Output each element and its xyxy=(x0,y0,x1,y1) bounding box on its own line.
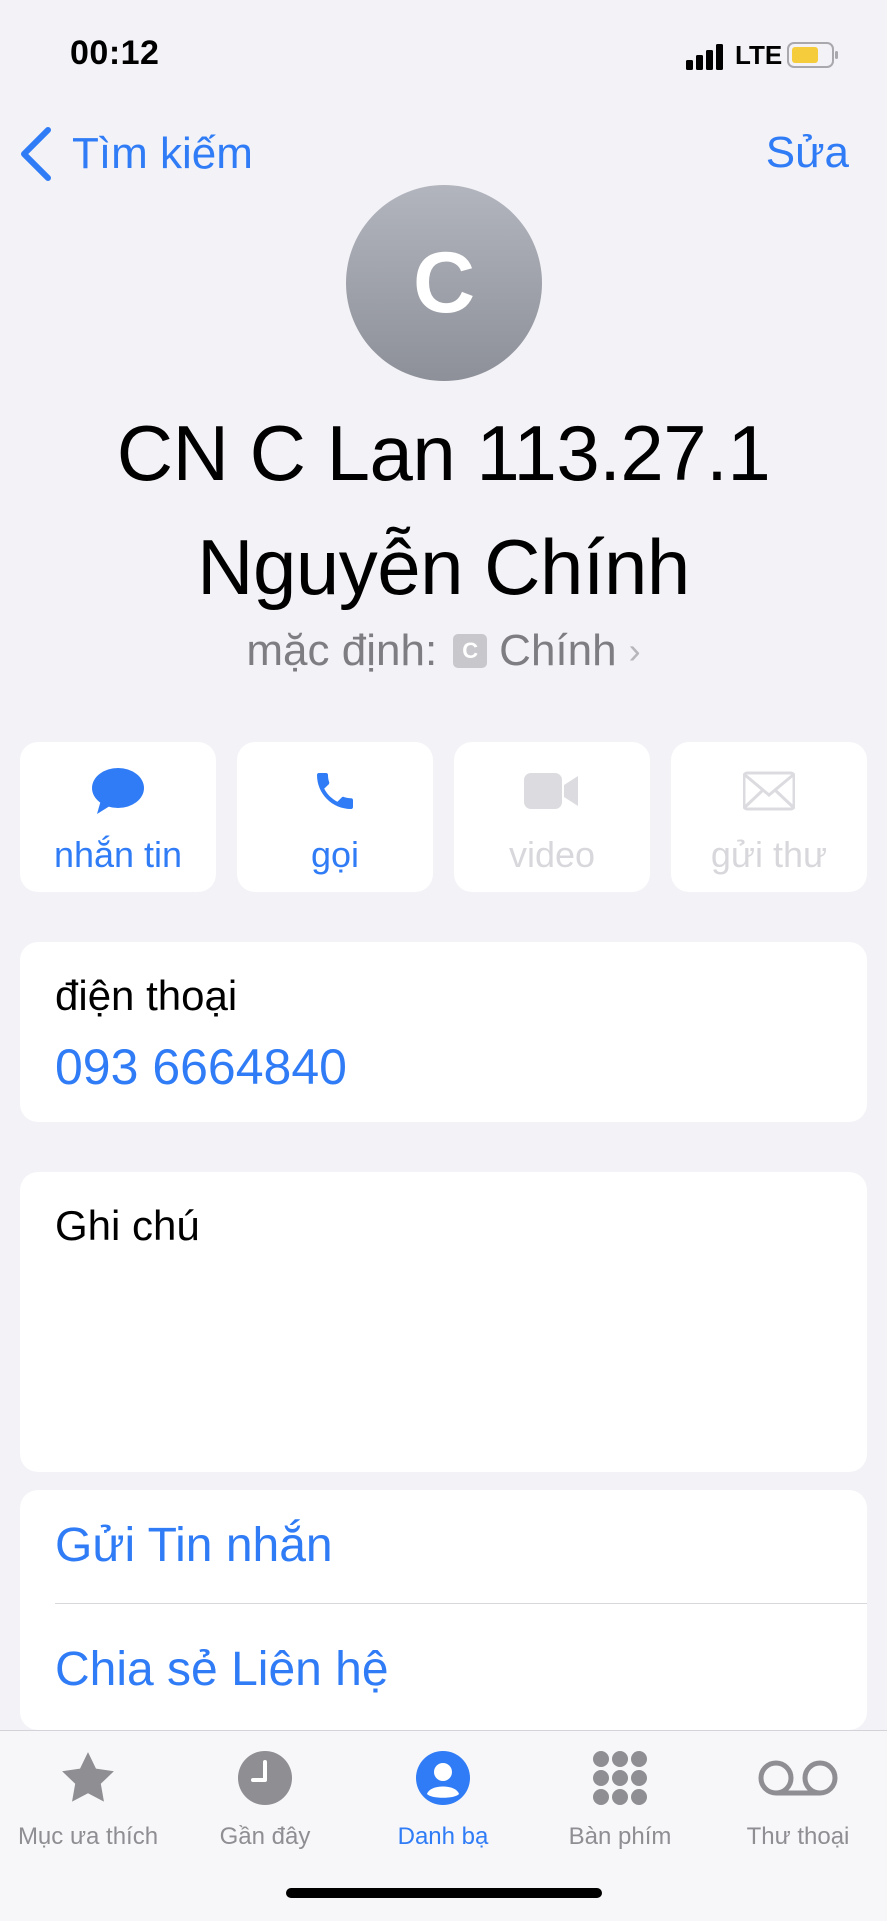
send-message-link[interactable]: Gửi Tin nhắn xyxy=(55,1518,333,1573)
share-contact-link[interactable]: Chia sẻ Liên hệ xyxy=(55,1642,389,1697)
tab-favorites[interactable]: Mục ưa thích xyxy=(0,1749,176,1851)
tab-voicemail[interactable]: Thư thoại xyxy=(710,1749,886,1851)
video-camera-icon xyxy=(524,766,580,816)
home-indicator[interactable] xyxy=(286,1888,602,1898)
battery-icon xyxy=(787,42,839,68)
edit-button[interactable]: Sửa xyxy=(766,128,849,178)
tab-contacts[interactable]: Danh bạ xyxy=(355,1749,531,1851)
chevron-left-icon xyxy=(21,127,51,181)
tab-favorites-label: Mục ưa thích xyxy=(17,1823,159,1850)
message-bubble-icon xyxy=(91,766,145,816)
phone-label: điện thoại xyxy=(55,972,238,1019)
default-label: mặc định: xyxy=(246,626,438,675)
tab-recents-label: Gần đây xyxy=(219,1823,311,1850)
message-action-label: nhắn tin xyxy=(53,834,183,875)
person-circle-icon xyxy=(415,1749,471,1807)
envelope-icon xyxy=(743,766,795,816)
avatar-initial: C xyxy=(412,234,476,331)
tab-keypad[interactable]: Bàn phím xyxy=(532,1749,708,1851)
status-time: 00:12 xyxy=(70,34,160,72)
back-button-label: Tìm kiếm xyxy=(72,129,253,178)
clock-icon xyxy=(237,1749,293,1807)
contact-name-line2: Nguyễn Chính xyxy=(197,523,690,611)
tab-recents[interactable]: Gần đây xyxy=(177,1749,353,1851)
video-action-label: video xyxy=(508,834,596,875)
phone-number[interactable]: 093 6664840 xyxy=(55,1038,347,1096)
default-account-row[interactable]: mặc định: C Chính › xyxy=(0,626,887,676)
tab-voicemail-label: Thư thoại xyxy=(746,1823,850,1850)
default-account-value: Chính xyxy=(499,626,617,675)
contact-name-line1: CN C Lan 113.27.1 xyxy=(116,409,771,497)
avatar: C xyxy=(346,185,542,381)
message-action-button[interactable]: nhắn tin xyxy=(20,742,216,892)
mail-action-label: gửi thư xyxy=(710,834,828,875)
network-type: LTE xyxy=(735,40,783,70)
notes-card[interactable]: Ghi chú xyxy=(20,1172,867,1472)
default-account-badge: C xyxy=(453,634,488,668)
keypad-icon xyxy=(592,1749,648,1807)
video-action-button[interactable]: video xyxy=(454,742,650,892)
notes-label: Ghi chú xyxy=(55,1202,200,1249)
divider xyxy=(55,1603,867,1604)
mail-action-button[interactable]: gửi thư xyxy=(671,742,867,892)
back-button[interactable]: Tìm kiếm xyxy=(18,124,253,184)
phone-number-card[interactable]: điện thoại 093 6664840 xyxy=(20,942,867,1122)
call-action-button[interactable]: gọi xyxy=(237,742,433,892)
tab-keypad-label: Bàn phím xyxy=(568,1823,672,1850)
contact-links-card: Gửi Tin nhắn Chia sẻ Liên hệ xyxy=(20,1490,867,1730)
voicemail-icon xyxy=(758,1749,838,1807)
star-icon xyxy=(59,1749,117,1807)
tab-contacts-label: Danh bạ xyxy=(397,1823,489,1850)
signal-strength-icon xyxy=(686,44,726,70)
chevron-right-icon: › xyxy=(628,630,641,671)
phone-icon xyxy=(311,766,359,816)
call-action-label: gọi xyxy=(310,834,360,875)
